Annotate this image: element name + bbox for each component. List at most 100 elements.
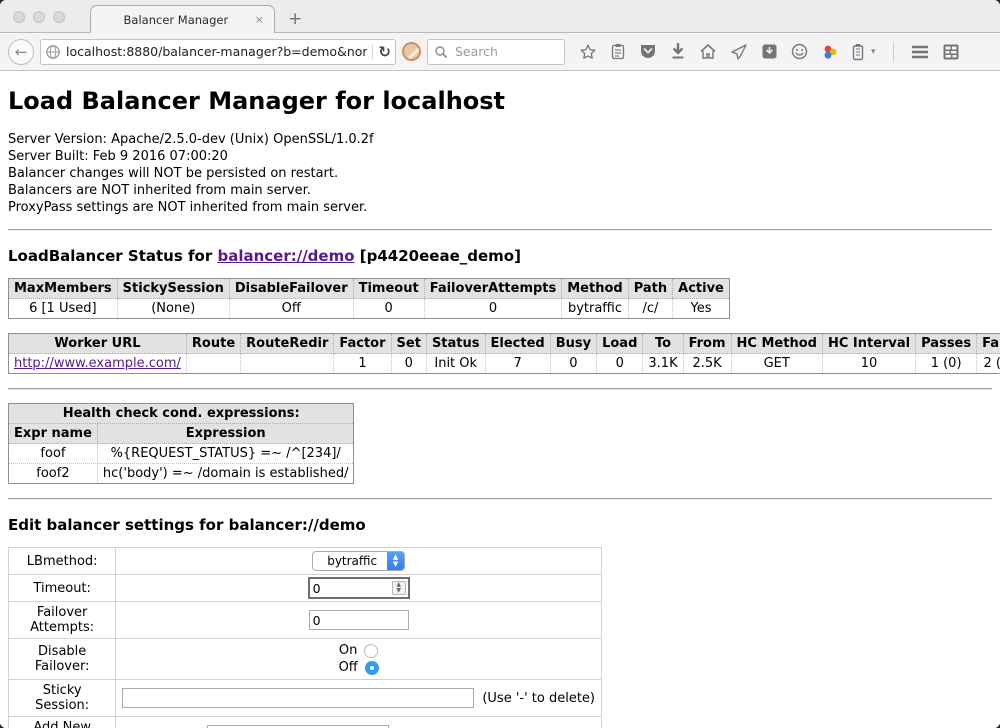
navigation-toolbar: ← localhost:8880/balancer-manager?b=demo…: [0, 33, 1000, 71]
col-status: Status: [426, 334, 485, 354]
col-maxmembers: MaxMembers: [9, 279, 118, 299]
globe-icon: [45, 44, 61, 60]
persist-notice: Balancer changes will NOT be persisted o…: [8, 165, 992, 182]
page-content: Load Balancer Manager for localhost Serv…: [0, 71, 1000, 728]
menu-icon[interactable]: [911, 45, 929, 59]
tab-close-icon[interactable]: ×: [253, 13, 266, 26]
val-factor: 1: [334, 354, 391, 374]
lbmethod-row: LBmethod: bytraffic ▲▼: [9, 548, 602, 575]
status-heading-suffix: [p4420eeae_demo]: [355, 247, 521, 265]
panel-download-icon[interactable]: [761, 43, 778, 60]
smiley-icon[interactable]: [791, 43, 808, 60]
url-divider: [372, 44, 373, 60]
divider: [8, 388, 992, 390]
expr-name-foof2: foof2: [9, 464, 98, 484]
failover-attempts-row: Failover Attempts:: [9, 602, 602, 639]
col-active: Active: [673, 279, 730, 299]
worker-table: Worker URL Route RouteRedir Factor Set S…: [8, 333, 1000, 374]
new-tab-button[interactable]: +: [288, 9, 302, 29]
url-text[interactable]: localhost:8880/balancer-manager?b=demo&n…: [66, 44, 367, 59]
tab-title: Balancer Manager: [99, 13, 253, 27]
battery-icon[interactable]: [852, 43, 864, 61]
col-method: Method: [562, 279, 628, 299]
pocket-icon[interactable]: [639, 43, 657, 60]
search-icon: [434, 45, 448, 59]
col-routeredir: RouteRedir: [241, 334, 334, 354]
radio-off[interactable]: [365, 661, 379, 675]
server-built: Server Built: Feb 9 2016 07:00:20: [8, 148, 992, 165]
health-caption: Health check cond. expressions:: [9, 404, 354, 424]
lbmethod-label: LBmethod:: [9, 548, 116, 575]
status-heading: LoadBalancer Status for balancer://demo …: [8, 247, 992, 265]
sticky-session-row: Sticky Session: (Use '-' to delete): [9, 680, 602, 717]
val-route: [186, 354, 240, 374]
val-to: 3.1K: [643, 354, 683, 374]
failover-attempts-input[interactable]: [309, 610, 409, 630]
search-input[interactable]: [453, 43, 558, 60]
table-header-row: Expr name Expression: [9, 424, 354, 444]
clipboard-icon[interactable]: [610, 43, 626, 61]
col-stickysession: StickySession: [117, 279, 229, 299]
divider: [8, 229, 992, 231]
zoom-window-button[interactable]: [53, 11, 65, 23]
balancer-settings-form: LBmethod: bytraffic ▲▼ Timeout: ▲▼: [8, 547, 602, 728]
dropdown-caret-icon[interactable]: ▾: [871, 47, 876, 57]
tab-bar: Balancer Manager × +: [0, 0, 1000, 33]
col-fails: Fails: [977, 334, 1000, 354]
expression-foof: %{REQUEST_STATUS} =~ /^[234]/: [97, 444, 354, 464]
col-load: Load: [597, 334, 643, 354]
number-spinner-icon[interactable]: ▲▼: [392, 581, 406, 595]
val-busy: 0: [550, 354, 596, 374]
radio-on[interactable]: [364, 644, 378, 658]
val-hc-method: GET: [731, 354, 822, 374]
val-method: bytraffic: [562, 299, 628, 319]
send-icon[interactable]: [730, 44, 748, 60]
col-from: From: [683, 334, 731, 354]
minimize-window-button[interactable]: [33, 11, 45, 23]
lbmethod-select[interactable]: bytraffic ▲▼: [312, 551, 405, 571]
val-stickysession: (None): [117, 299, 229, 319]
toolbar-separator: [893, 42, 894, 62]
sticky-session-label: Sticky Session:: [9, 680, 116, 717]
home-icon[interactable]: [699, 43, 717, 60]
val-timeout: 0: [353, 299, 424, 319]
back-icon: ←: [15, 43, 28, 61]
col-timeout: Timeout: [353, 279, 424, 299]
disable-failover-label: Disable Failover:: [9, 639, 116, 680]
proxypass-notice: ProxyPass settings are NOT inherited fro…: [8, 199, 992, 216]
server-version: Server Version: Apache/2.5.0-dev (Unix) …: [8, 131, 992, 148]
val-routeredir: [241, 354, 334, 374]
back-button[interactable]: ←: [8, 39, 34, 65]
col-to: To: [643, 334, 683, 354]
block-icon[interactable]: [402, 42, 421, 61]
page-title: Load Balancer Manager for localhost: [8, 87, 992, 115]
col-expr-name: Expr name: [9, 424, 98, 444]
balancer-link[interactable]: balancer://demo: [217, 247, 354, 265]
search-bar[interactable]: [427, 39, 565, 65]
star-icon[interactable]: [579, 43, 597, 61]
balancer-status-table: MaxMembers StickySession DisableFailover…: [8, 278, 730, 319]
expr-name-foof: foof: [9, 444, 98, 464]
val-active: Yes: [673, 299, 730, 319]
tab-balancer-manager[interactable]: Balancer Manager ×: [90, 5, 275, 33]
divider: [8, 498, 992, 500]
close-window-button[interactable]: [13, 11, 25, 23]
col-busy: Busy: [550, 334, 596, 354]
reload-icon[interactable]: ↻: [378, 43, 391, 61]
lbmethod-selected-value: bytraffic: [313, 554, 387, 568]
bookmarks-grid-icon[interactable]: [942, 43, 960, 61]
expression-foof2: hc('body') =~ /domain is established/: [97, 464, 354, 484]
radio-on-label: On: [339, 643, 357, 658]
color-dots-icon[interactable]: [821, 43, 839, 61]
sticky-session-input[interactable]: [122, 688, 474, 708]
col-factor: Factor: [334, 334, 391, 354]
toolbar-icons: ▾: [579, 42, 960, 62]
val-hc-interval: 10: [822, 354, 915, 374]
window-controls[interactable]: [13, 11, 65, 23]
table-row: 6 [1 Used] (None) Off 0 0 bytraffic /c/ …: [9, 299, 730, 319]
download-icon[interactable]: [670, 43, 686, 60]
worker-url-link[interactable]: http://www.example.com/: [14, 356, 181, 371]
col-route: Route: [186, 334, 240, 354]
url-bar[interactable]: localhost:8880/balancer-manager?b=demo&n…: [40, 39, 396, 65]
health-check-table: Health check cond. expressions: Expr nam…: [8, 403, 354, 484]
